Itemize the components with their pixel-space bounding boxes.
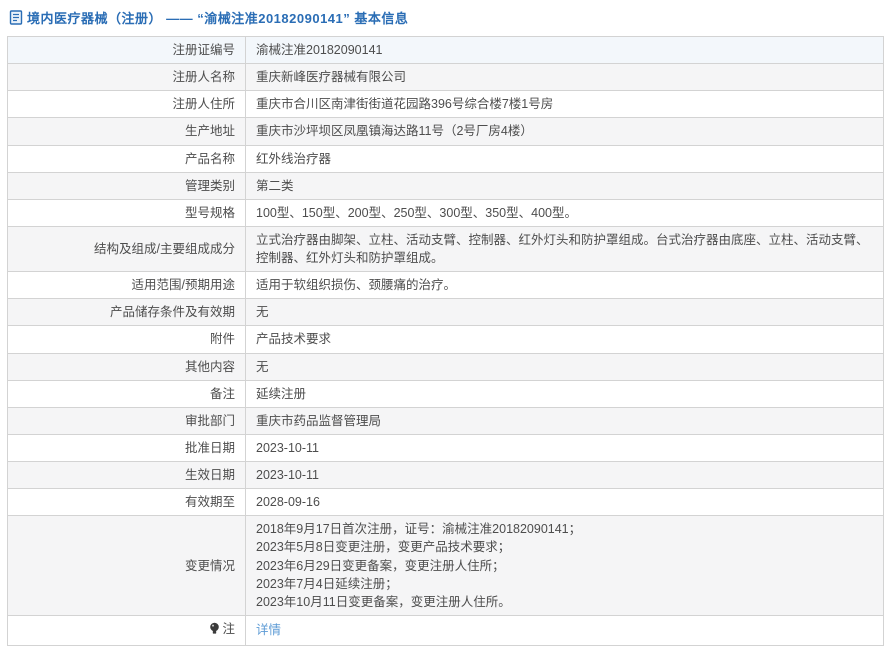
table-row: 备注延续注册 [8, 380, 884, 407]
table-row: 产品储存条件及有效期无 [8, 299, 884, 326]
row-value: 红外线治疗器 [246, 145, 884, 172]
row-value: 2018年9月17日首次注册，证号：渝械注准20182090141； 2023年… [246, 516, 884, 616]
row-value: 延续注册 [246, 380, 884, 407]
row-label: 注册人名称 [8, 64, 246, 91]
row-label: 注册人住所 [8, 91, 246, 118]
row-value: 重庆市药品监督管理局 [246, 407, 884, 434]
row-label: 产品储存条件及有效期 [8, 299, 246, 326]
row-value: 无 [246, 299, 884, 326]
table-row: 有效期至2028-09-16 [8, 489, 884, 516]
row-label: 生产地址 [8, 118, 246, 145]
row-value-cell: 详情 [246, 615, 884, 645]
row-value: 2023-10-11 [246, 434, 884, 461]
table-row: 注册人名称重庆新峰医疗器械有限公司 [8, 64, 884, 91]
row-label: 适用范围/预期用途 [8, 272, 246, 299]
row-label: 审批部门 [8, 407, 246, 434]
info-table-body: 注册证编号渝械注准20182090141注册人名称重庆新峰医疗器械有限公司注册人… [8, 37, 884, 646]
table-row: 审批部门重庆市药品监督管理局 [8, 407, 884, 434]
table-row: 注 详情 [8, 615, 884, 645]
table-row: 管理类别第二类 [8, 172, 884, 199]
row-label: 注 [222, 620, 235, 638]
row-value: 重庆新峰医疗器械有限公司 [246, 64, 884, 91]
document-icon [9, 10, 23, 25]
table-row: 产品名称红外线治疗器 [8, 145, 884, 172]
detail-link[interactable]: 详情 [256, 623, 281, 637]
row-label: 生效日期 [8, 462, 246, 489]
row-label: 管理类别 [8, 172, 246, 199]
row-value: 2023-10-11 [246, 462, 884, 489]
registration-info-table: 注册证编号渝械注准20182090141注册人名称重庆新峰医疗器械有限公司注册人… [7, 36, 884, 646]
table-row: 生效日期2023-10-11 [8, 462, 884, 489]
row-label: 型号规格 [8, 199, 246, 226]
table-row: 变更情况2018年9月17日首次注册，证号：渝械注准20182090141； 2… [8, 516, 884, 616]
row-label: 结构及组成/主要组成成分 [8, 226, 246, 271]
table-row: 生产地址重庆市沙坪坝区凤凰镇海达路11号（2号厂房4楼） [8, 118, 884, 145]
row-value: 第二类 [246, 172, 884, 199]
table-row: 附件产品技术要求 [8, 326, 884, 353]
table-row: 结构及组成/主要组成成分立式治疗器由脚架、立柱、活动支臂、控制器、红外灯头和防护… [8, 226, 884, 271]
table-row: 型号规格100型、150型、200型、250型、300型、350型、400型。 [8, 199, 884, 226]
row-label: 备注 [8, 380, 246, 407]
page-title: 境内医疗器械（注册） —— “渝械注准20182090141” 基本信息 [27, 8, 408, 27]
row-value: 重庆市合川区南津街街道花园路396号综合楼7楼1号房 [246, 91, 884, 118]
row-label: 其他内容 [8, 353, 246, 380]
table-row: 其他内容无 [8, 353, 884, 380]
row-value: 重庆市沙坪坝区凤凰镇海达路11号（2号厂房4楼） [246, 118, 884, 145]
note-label: 注 [209, 620, 235, 638]
row-value: 无 [246, 353, 884, 380]
registration-detail-page: 境内医疗器械（注册） —— “渝械注准20182090141” 基本信息 注册证… [0, 0, 891, 614]
table-row: 注册人住所重庆市合川区南津街街道花园路396号综合楼7楼1号房 [8, 91, 884, 118]
row-label: 产品名称 [8, 145, 246, 172]
row-value: 产品技术要求 [246, 326, 884, 353]
table-row: 批准日期2023-10-11 [8, 434, 884, 461]
table-row: 适用范围/预期用途适用于软组织损伤、颈腰痛的治疗。 [8, 272, 884, 299]
row-label: 批准日期 [8, 434, 246, 461]
page-header: 境内医疗器械（注册） —— “渝械注准20182090141” 基本信息 [0, 0, 891, 33]
row-label: 附件 [8, 326, 246, 353]
row-label: 变更情况 [8, 516, 246, 616]
row-value: 100型、150型、200型、250型、300型、350型、400型。 [246, 199, 884, 226]
row-value: 渝械注准20182090141 [246, 37, 884, 64]
row-value: 2028-09-16 [246, 489, 884, 516]
bulb-note-icon [209, 622, 220, 635]
row-label: 有效期至 [8, 489, 246, 516]
row-label-cell: 注 [8, 615, 246, 645]
row-value: 立式治疗器由脚架、立柱、活动支臂、控制器、红外灯头和防护罩组成。台式治疗器由底座… [246, 226, 884, 271]
table-row: 注册证编号渝械注准20182090141 [8, 37, 884, 64]
row-label: 注册证编号 [8, 37, 246, 64]
row-value: 适用于软组织损伤、颈腰痛的治疗。 [246, 272, 884, 299]
